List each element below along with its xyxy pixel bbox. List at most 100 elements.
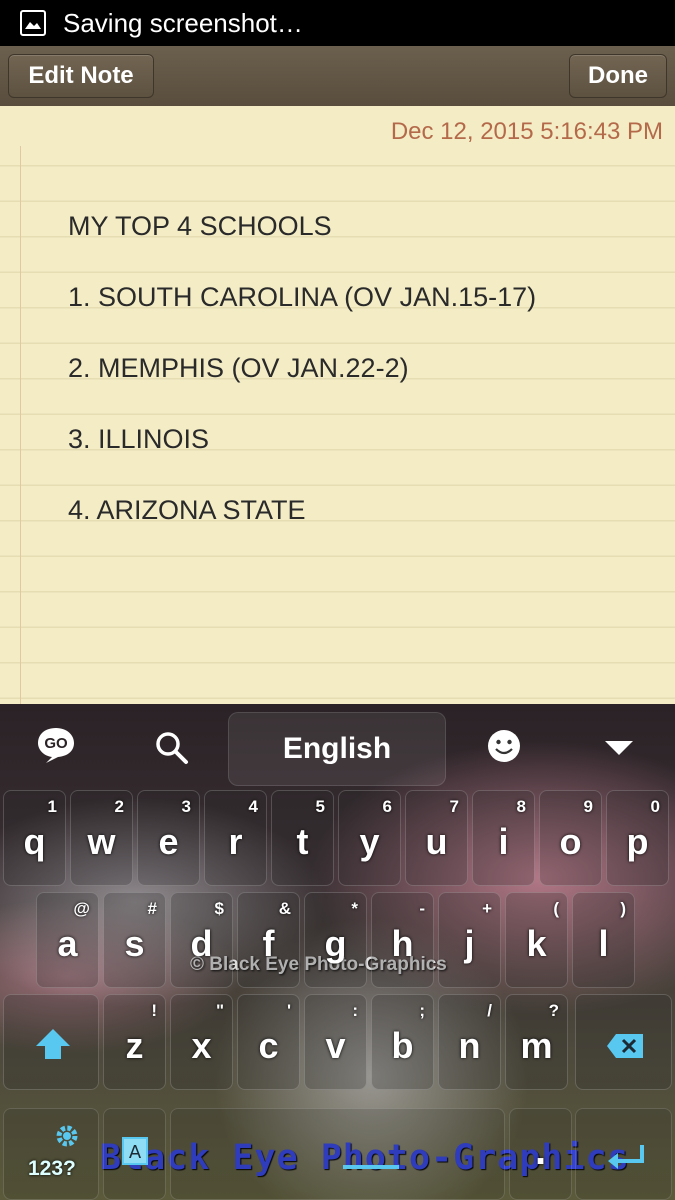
key-label: n bbox=[458, 1025, 481, 1066]
key-label: v bbox=[325, 1025, 346, 1066]
go-logo-icon[interactable]: GO bbox=[36, 726, 76, 763]
language-selector[interactable]: English bbox=[228, 712, 446, 786]
key-sub: - bbox=[419, 899, 425, 918]
enter-key[interactable] bbox=[575, 1108, 672, 1200]
key-label: i bbox=[498, 821, 509, 862]
key-sub: 4 bbox=[248, 797, 258, 816]
period-label: . bbox=[534, 1129, 547, 1173]
key-label: k bbox=[526, 923, 547, 964]
backspace-key[interactable] bbox=[575, 994, 672, 1090]
key-label: q bbox=[23, 821, 46, 862]
key-d[interactable]: $ d bbox=[170, 892, 233, 988]
key-sub: $ bbox=[214, 899, 224, 918]
input-mode-key[interactable]: A bbox=[103, 1108, 166, 1200]
key-p[interactable]: 0p bbox=[606, 790, 669, 886]
key-sub: ' bbox=[286, 1001, 291, 1020]
gear-icon bbox=[54, 1123, 80, 1154]
key-sub: / bbox=[487, 1001, 492, 1020]
note-line[interactable]: 4. ARIZONA STATE bbox=[68, 495, 306, 526]
svg-text:A: A bbox=[129, 1142, 142, 1163]
key-x[interactable]: " x bbox=[170, 994, 233, 1090]
note-line[interactable]: 2. MEMPHIS (OV JAN.22-2) bbox=[68, 353, 409, 384]
hide-keyboard-icon[interactable] bbox=[604, 740, 634, 761]
note-line[interactable]: 3. ILLINOIS bbox=[68, 424, 209, 455]
enter-icon bbox=[606, 1143, 646, 1178]
key-f[interactable]: & f bbox=[237, 892, 300, 988]
action-bar: Edit Note Done bbox=[0, 46, 675, 106]
key-sub: 7 bbox=[449, 797, 459, 816]
search-icon[interactable] bbox=[155, 731, 189, 770]
key-label: o bbox=[559, 821, 582, 862]
key-label: x bbox=[191, 1025, 212, 1066]
key-label: f bbox=[262, 923, 275, 964]
status-bar: Saving screenshot… bbox=[0, 0, 675, 46]
key-sub: ) bbox=[620, 899, 626, 918]
key-t[interactable]: 5t bbox=[271, 790, 334, 886]
margin-line bbox=[20, 146, 21, 704]
go-label: GO bbox=[44, 735, 68, 752]
key-sub: ! bbox=[151, 1001, 157, 1020]
key-label: m bbox=[520, 1025, 553, 1066]
key-label: h bbox=[391, 923, 414, 964]
key-q[interactable]: 1q bbox=[3, 790, 66, 886]
status-text: Saving screenshot… bbox=[63, 7, 303, 38]
period-key[interactable]: . bbox=[509, 1108, 572, 1200]
key-i[interactable]: 8i bbox=[472, 790, 535, 886]
key-sub: 5 bbox=[315, 797, 325, 816]
key-sub: ? bbox=[548, 1001, 559, 1020]
shift-icon bbox=[34, 1027, 72, 1066]
note-line[interactable]: 1. SOUTH CAROLINA (OV JAN.15-17) bbox=[68, 282, 536, 313]
key-m[interactable]: ? m bbox=[505, 994, 568, 1090]
key-label: a bbox=[57, 923, 78, 964]
key-label: c bbox=[258, 1025, 279, 1066]
numeric-settings-key[interactable]: 123? bbox=[3, 1108, 99, 1200]
key-o[interactable]: 9o bbox=[539, 790, 602, 886]
key-sub: # bbox=[147, 899, 157, 918]
key-w[interactable]: 2w bbox=[70, 790, 133, 886]
key-sub: @ bbox=[73, 899, 90, 918]
key-label: y bbox=[359, 821, 380, 862]
key-label: b bbox=[391, 1025, 414, 1066]
key-e[interactable]: 3e bbox=[137, 790, 200, 886]
key-l[interactable]: ) l bbox=[572, 892, 635, 988]
key-label: e bbox=[158, 821, 179, 862]
space-key[interactable] bbox=[170, 1108, 505, 1200]
key-u[interactable]: 7u bbox=[405, 790, 468, 886]
emoji-icon[interactable] bbox=[486, 728, 522, 769]
key-sub: 6 bbox=[382, 797, 392, 816]
key-label: j bbox=[464, 923, 475, 964]
key-n[interactable]: / n bbox=[438, 994, 501, 1090]
note-line[interactable]: MY TOP 4 SCHOOLS bbox=[68, 211, 332, 242]
key-k[interactable]: (k bbox=[505, 892, 568, 988]
key-sub: 8 bbox=[516, 797, 526, 816]
key-sub: 0 bbox=[650, 797, 660, 816]
note-date: Dec 12, 2015 5:16:43 PM bbox=[390, 118, 663, 145]
key-label: p bbox=[626, 821, 649, 862]
done-button[interactable]: Done bbox=[569, 54, 667, 98]
key-label: r bbox=[228, 821, 243, 862]
key-a[interactable]: @ a bbox=[36, 892, 99, 988]
key-s[interactable]: # s bbox=[103, 892, 166, 988]
key-label: s bbox=[124, 923, 145, 964]
edit-note-button[interactable]: Edit Note bbox=[8, 54, 154, 98]
font-icon: A bbox=[122, 1137, 150, 1172]
key-b[interactable]: ; b bbox=[371, 994, 434, 1090]
key-h[interactable]: -h bbox=[371, 892, 434, 988]
key-y[interactable]: 6y bbox=[338, 790, 401, 886]
key-j[interactable]: + j bbox=[438, 892, 501, 988]
key-g[interactable]: * g bbox=[304, 892, 367, 988]
key-sub: ( bbox=[553, 899, 559, 918]
key-sub: 3 bbox=[181, 797, 191, 816]
key-r[interactable]: 4r bbox=[204, 790, 267, 886]
numeric-label: 123? bbox=[28, 1157, 76, 1180]
note-editor[interactable]: Dec 12, 2015 5:16:43 PM MY TOP 4 SCHOOLS… bbox=[0, 106, 675, 704]
shift-key[interactable] bbox=[3, 994, 99, 1090]
key-label: u bbox=[425, 821, 448, 862]
key-label: l bbox=[598, 923, 609, 964]
key-z[interactable]: ! z bbox=[103, 994, 166, 1090]
key-label: d bbox=[190, 923, 213, 964]
key-v[interactable]: :v bbox=[304, 994, 367, 1090]
key-c[interactable]: ' c bbox=[237, 994, 300, 1090]
key-label: z bbox=[125, 1025, 144, 1066]
keyboard: GO English © Black Eye Photo-Graphics 1q… bbox=[0, 704, 675, 1200]
